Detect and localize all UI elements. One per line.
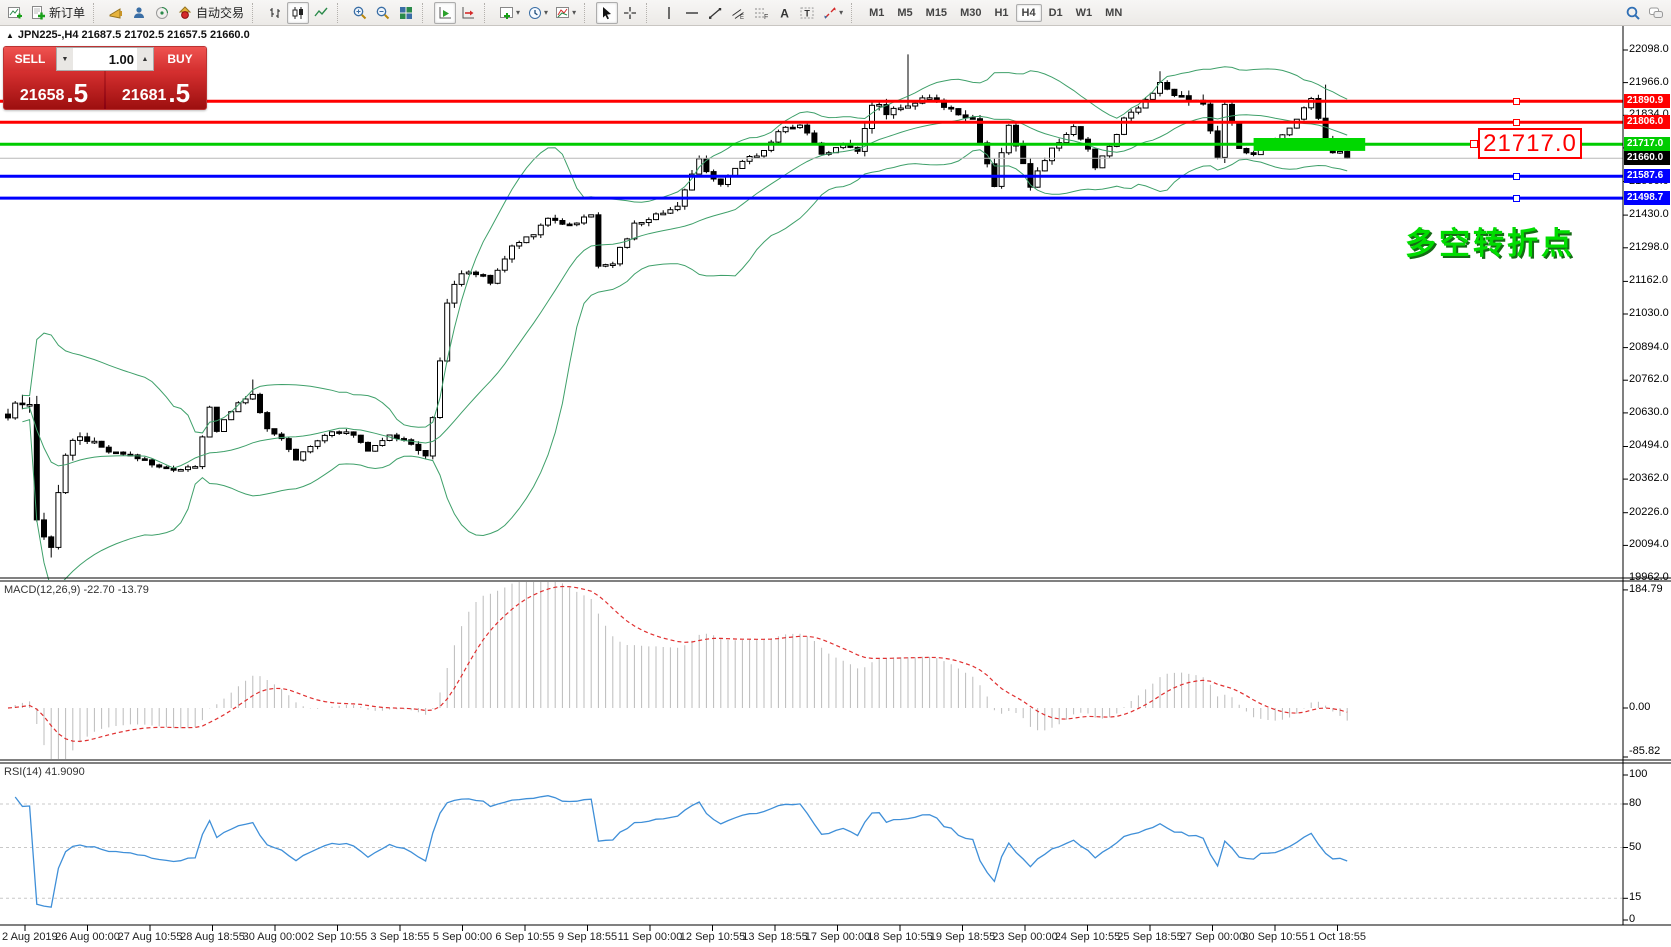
time-axis-label: 27 Sep 00:00 xyxy=(1180,931,1245,943)
rsi-tick-label: 80 xyxy=(1629,797,1641,809)
line-handle[interactable] xyxy=(1513,119,1520,126)
price-callout-box[interactable]: 21717.0 xyxy=(1478,128,1582,159)
bollinger-lower-band xyxy=(22,150,1347,589)
time-axis-label: 1 Oct 18:55 xyxy=(1309,931,1366,943)
price-tick-label: 20094.0 xyxy=(1629,538,1669,550)
price-tick-label: 21162.0 xyxy=(1629,274,1668,286)
time-axis-label: 17 Sep 00:00 xyxy=(805,931,870,943)
price-tick-label: 22098.0 xyxy=(1629,43,1669,55)
bollinger-middle-band xyxy=(22,115,1347,468)
rsi-line xyxy=(15,796,1347,907)
time-axis-label: 25 Sep 18:55 xyxy=(1117,931,1182,943)
time-axis-label: 2 Sep 10:55 xyxy=(308,931,367,943)
level-price-chip: 21717.0 xyxy=(1624,137,1670,151)
candle-wicks xyxy=(8,54,1347,557)
rsi-tick-label: 15 xyxy=(1629,891,1641,903)
time-axis-label: 30 Sep 10:55 xyxy=(1242,931,1307,943)
macd-tick-label: 184.79 xyxy=(1629,583,1663,595)
time-axis-label: 19 Sep 18:55 xyxy=(930,931,995,943)
macd-pane xyxy=(8,578,1347,765)
level-price-chip: 21587.6 xyxy=(1624,169,1670,183)
chart-annotation-text[interactable]: 多空转折点 xyxy=(1395,218,1585,263)
price-tick-label: 20762.0 xyxy=(1629,373,1669,385)
rsi-tick-label: 50 xyxy=(1629,841,1641,853)
symbol-ohlc-header: ▲ JPN225-,H4 21687.5 21702.5 21657.5 2166… xyxy=(6,29,250,41)
sell-price-frac: .5 xyxy=(66,81,88,105)
rsi-label: RSI(14) 41.9090 xyxy=(4,766,85,778)
price-tick-label: 19962.0 xyxy=(1629,571,1669,583)
price-tick-label: 20630.0 xyxy=(1629,406,1669,418)
time-axis-label: 30 Aug 00:00 xyxy=(243,931,308,943)
time-axis-label: 9 Sep 18:55 xyxy=(558,931,617,943)
sell-price-main: 21658 xyxy=(20,87,65,105)
buy-price[interactable]: 21681 .5 xyxy=(106,71,206,109)
rsi-tick-label: 100 xyxy=(1629,768,1647,780)
time-axis-label: 27 Aug 10:55 xyxy=(118,931,183,943)
macd-tick-label: 0.00 xyxy=(1629,701,1650,713)
buy-price-main: 21681 xyxy=(122,87,167,105)
rsi-tick-label: 0 xyxy=(1629,913,1635,925)
level-price-chip: 21806.0 xyxy=(1624,115,1670,129)
one-click-trading-panel: SELL ▼ ▲ BUY 21658 .5 21681 .5 xyxy=(3,46,207,110)
volume-input[interactable] xyxy=(73,48,137,70)
price-tick-label: 20894.0 xyxy=(1629,341,1669,353)
macd-tick-label: -85.82 xyxy=(1629,745,1660,757)
sell-price[interactable]: 21658 .5 xyxy=(4,71,104,109)
time-axis-label: 3 Sep 18:55 xyxy=(370,931,429,943)
current-price-chip: 21660.0 xyxy=(1624,151,1670,165)
symbol-ohlc-text: JPN225-,H4 21687.5 21702.5 21657.5 21660… xyxy=(18,29,250,41)
volume-decrease-button[interactable]: ▼ xyxy=(57,48,73,70)
price-tick-label: 21298.0 xyxy=(1629,241,1669,253)
macd-label: MACD(12,26,9) -22.70 -13.79 xyxy=(4,584,149,596)
callout-anchor-node[interactable] xyxy=(1470,140,1478,148)
mt4-window: 新订单自动交易▾▾▾EFAT▾M1M5M15M30H1H4D1W1MN ▲JPN… xyxy=(0,0,1671,947)
time-axis-label: 24 Sep 10:55 xyxy=(1055,931,1120,943)
time-axis-label: 18 Sep 10:55 xyxy=(867,931,932,943)
time-axis-label: 6 Sep 10:55 xyxy=(495,931,554,943)
time-axis-label: 23 Sep 00:00 xyxy=(992,931,1057,943)
volume-stepper: ▼ ▲ xyxy=(56,47,154,71)
highlight-rectangle xyxy=(1254,138,1366,151)
price-tick-label: 21030.0 xyxy=(1629,307,1669,319)
line-handle[interactable] xyxy=(1513,195,1520,202)
level-price-chip: 21498.7 xyxy=(1624,191,1670,205)
price-pane xyxy=(6,54,1350,589)
price-tick-label: 21966.0 xyxy=(1629,76,1669,88)
volume-increase-button[interactable]: ▲ xyxy=(137,48,153,70)
symbol-marker-icon: ▲ xyxy=(6,31,14,40)
time-axis-label: 12 Sep 10:55 xyxy=(680,931,745,943)
rsi-pane xyxy=(0,796,1623,907)
buy-button[interactable]: BUY xyxy=(154,47,206,71)
buy-price-frac: .5 xyxy=(168,81,190,105)
sell-button[interactable]: SELL xyxy=(4,47,56,71)
time-axis-label: 26 Aug 00:00 xyxy=(55,931,120,943)
level-price-chip: 21890.9 xyxy=(1624,94,1670,108)
price-tick-label: 20226.0 xyxy=(1629,506,1669,518)
time-axis-label: 11 Sep 00:00 xyxy=(618,931,683,943)
time-axis-label: 13 Sep 18:55 xyxy=(742,931,807,943)
macd-histogram xyxy=(8,578,1347,765)
time-axis-label: 28 Aug 18:55 xyxy=(180,931,245,943)
line-handle[interactable] xyxy=(1513,173,1520,180)
price-tick-label: 20494.0 xyxy=(1629,439,1669,451)
time-axis-label: 5 Sep 00:00 xyxy=(433,931,492,943)
chart-canvas[interactable] xyxy=(0,0,1671,947)
time-axis-label: 2 Aug 2019 xyxy=(2,931,58,943)
price-tick-label: 21430.0 xyxy=(1629,208,1669,220)
price-tick-label: 20362.0 xyxy=(1629,472,1669,484)
line-handle[interactable] xyxy=(1513,98,1520,105)
